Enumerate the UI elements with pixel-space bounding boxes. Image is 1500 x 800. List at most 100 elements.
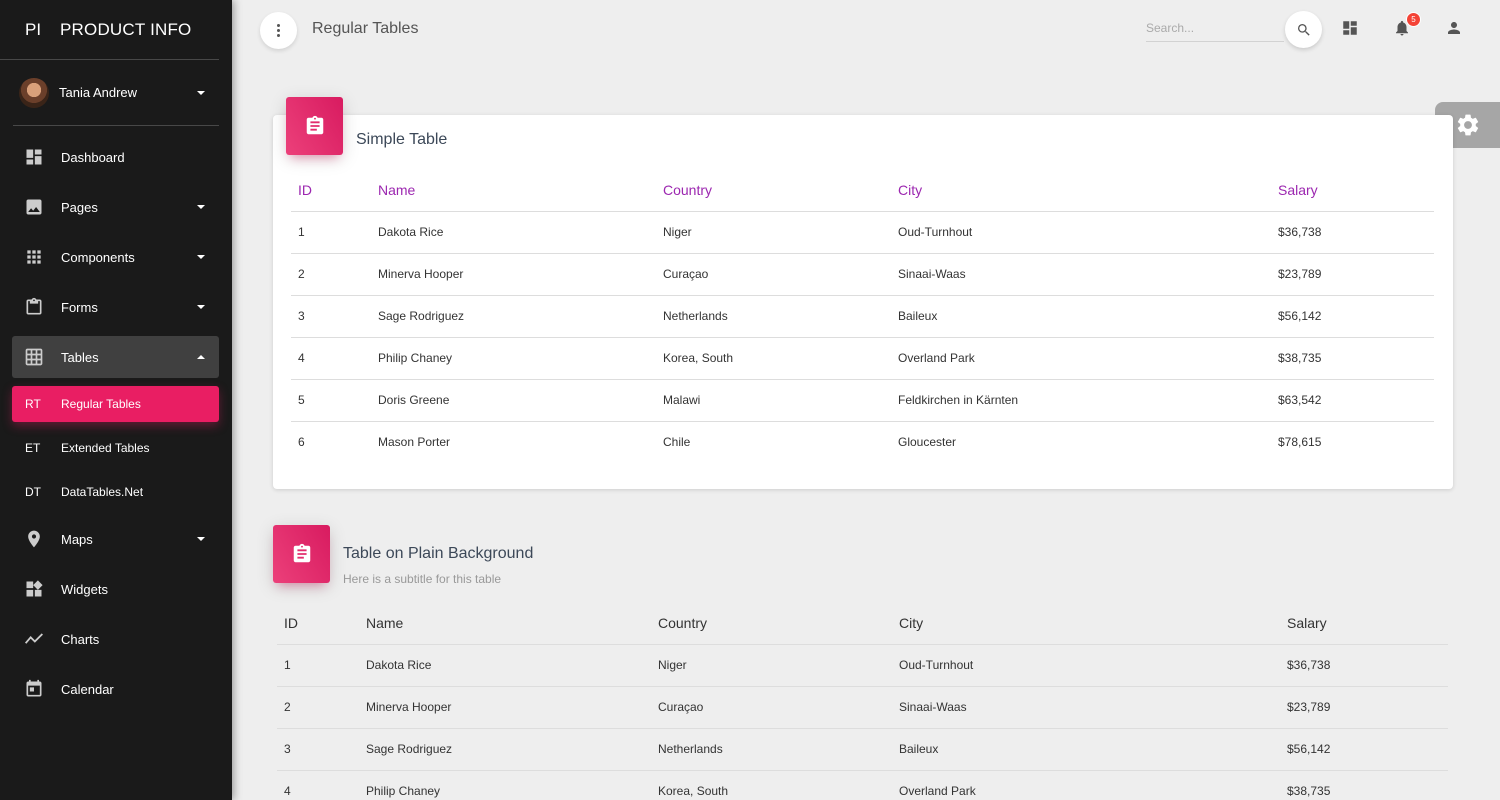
table-row: 4 Philip Chaney Korea, South Overland Park $… [291, 337, 1434, 380]
subitem-label: Extended Tables [61, 441, 150, 455]
sidebar-item-dashboard[interactable]: Dashboard [12, 136, 219, 178]
cell: Gloucester [898, 435, 957, 450]
subitem-abbr: RT [25, 397, 41, 411]
sidebar-item-maps[interactable]: Maps [12, 518, 219, 560]
cell: 3 [277, 728, 359, 771]
sidebar-item-label: Forms [61, 299, 98, 315]
cell: Overland Park [892, 770, 1280, 800]
cell: Dakota Rice [359, 644, 651, 687]
table-row: 5 Doris Greene Malawi Feldkirchen in Kärnte… [291, 379, 1434, 422]
dashboard-icon [24, 147, 44, 167]
sidebar-item-label: Components [61, 249, 135, 265]
cell: Netherlands [651, 728, 892, 771]
sidebar-subitem-regular-tables[interactable]: RT Regular Tables [12, 386, 219, 422]
sidebar-subitem-datatables[interactable]: DT DataTables.Net [12, 474, 219, 510]
cell: Netherlands [656, 295, 891, 338]
cell: 2 [291, 253, 371, 296]
cell: Doris Greene [371, 379, 656, 422]
search-button[interactable] [1285, 11, 1322, 48]
image-icon [24, 197, 44, 217]
more-vert-icon [277, 24, 280, 27]
cell: Sage Rodriguez [371, 295, 656, 338]
sidebar-toggle-button[interactable] [260, 12, 297, 49]
sidebar-item-charts[interactable]: Charts [12, 618, 219, 660]
card-subtitle: Here is a subtitle for this table [343, 572, 502, 586]
cell: $23,789 [1280, 686, 1448, 729]
page-title: Regular Tables [312, 20, 419, 37]
table-row: 1 Dakota Rice Niger Oud-Turnhout $36,738 [277, 644, 1448, 687]
cell: Baileux [892, 728, 1280, 771]
search-icon [1297, 23, 1310, 36]
subitem-label: Regular Tables [61, 397, 141, 411]
cell: Oud-Turnhout [891, 211, 1271, 254]
simple-table-card: Simple Table ID Name Country City Salary… [273, 97, 1453, 489]
column-header[interactable]: City [891, 169, 1271, 212]
search-input[interactable] [1146, 16, 1284, 40]
column-header[interactable]: Country [656, 169, 891, 212]
sidebar-item-pages[interactable]: Pages [12, 186, 219, 228]
column-header[interactable]: City [892, 602, 1280, 645]
table-row: 3 Sage Rodriguez Netherlands Baileux $56,142 [277, 728, 1448, 771]
settings-icon [1457, 114, 1478, 136]
grid-on-icon [24, 347, 44, 367]
cell: $36,738 [1280, 644, 1448, 687]
user-account-button[interactable] [1444, 18, 1464, 38]
notifications-button[interactable]: 5 [1392, 12, 1421, 38]
cell: Curaçao [651, 686, 892, 729]
table-row: 2 Minerva Hooper Curaçao Sinaai-Waas $23,789 [291, 253, 1434, 296]
sidebar-item-widgets[interactable]: Widgets [12, 568, 219, 610]
cell: $36,738 [1271, 211, 1434, 254]
cell: Mason Porter [378, 435, 451, 450]
top-navbar: Regular Tables 5 [232, 0, 1500, 60]
column-header[interactable]: Salary [1280, 602, 1448, 645]
card-title: Table on Plain Background [343, 545, 534, 562]
user-name: Tania Andrew [59, 85, 138, 100]
cell: Philip Chaney [371, 337, 656, 380]
sidebar-item-label: Tables [61, 349, 99, 365]
cell: 1 [291, 211, 371, 254]
chevron-up-icon [197, 355, 205, 359]
sidebar-subitem-extended-tables[interactable]: ET Extended Tables [12, 430, 219, 466]
cell: $56,142 [1271, 295, 1434, 338]
sidebar-item-label: Calendar [61, 681, 114, 697]
column-header[interactable]: ID [291, 169, 371, 212]
sidebar-item-components[interactable]: Components [12, 236, 219, 278]
brand-logo[interactable]: PI PRODUCT INFO [0, 0, 219, 60]
column-header[interactable]: Name [371, 169, 656, 212]
subitem-label: DataTables.Net [61, 485, 144, 499]
assignment-icon [306, 115, 323, 135]
sidebar-item-forms[interactable]: Forms [12, 286, 219, 328]
table-header-row: ID Name Country City Salary [277, 602, 1448, 645]
dashboard-view-button[interactable] [1340, 18, 1360, 38]
card-title: Simple Table [356, 131, 448, 148]
sidebar-item-tables[interactable]: Tables [12, 336, 219, 378]
cell: Niger [651, 644, 892, 687]
cell: $78,615 [1278, 435, 1322, 450]
cell: Overland Park [891, 337, 1271, 380]
brand-name: PRODUCT INFO [60, 19, 192, 39]
subitem-abbr: ET [25, 441, 41, 455]
chevron-down-icon [197, 255, 205, 259]
cell: Baileux [891, 295, 1271, 338]
cell: Minerva Hooper [359, 686, 651, 729]
search-field [1146, 16, 1284, 42]
column-header[interactable]: Name [359, 602, 651, 645]
simple-table: ID Name Country City Salary 1 Dakota Rice… [291, 169, 1434, 463]
assignment-icon [293, 543, 310, 563]
cell: $38,735 [1271, 337, 1434, 380]
sidebar-item-calendar[interactable]: Calendar [12, 668, 219, 710]
calendar-icon [24, 679, 44, 699]
sidebar-item-label: Widgets [61, 581, 108, 597]
user-menu[interactable]: Tania Andrew [13, 60, 219, 126]
sidebar-item-label: Charts [61, 631, 100, 647]
subitem-abbr: DT [25, 485, 41, 499]
column-header[interactable]: ID [277, 602, 359, 645]
chevron-down-icon [197, 305, 205, 309]
chevron-down-icon [197, 205, 205, 209]
cell: 1 [277, 644, 359, 687]
table-row: 6 Mason Porter Chile Gloucester $78,615 [291, 421, 1434, 463]
column-header[interactable]: Country [651, 602, 892, 645]
timeline-icon [24, 629, 44, 649]
column-header[interactable]: Salary [1271, 169, 1434, 212]
table-header-row: ID Name Country City Salary [291, 169, 1434, 212]
